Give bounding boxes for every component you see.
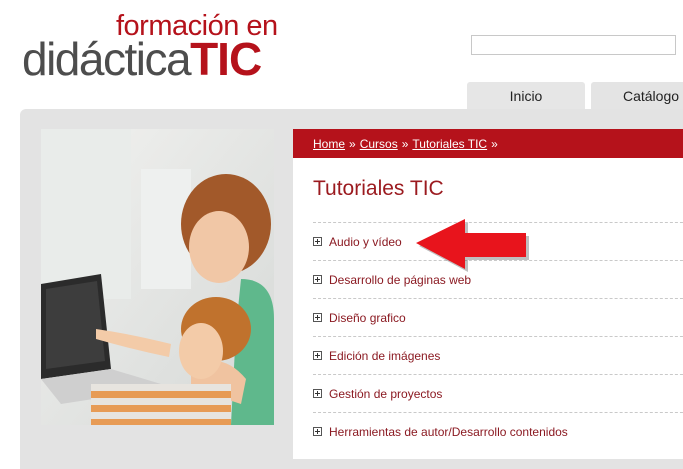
search-input[interactable]	[471, 35, 676, 55]
breadcrumb-home-link[interactable]: Home	[313, 137, 345, 151]
hero-photo-illustration	[41, 129, 274, 425]
page-title: Tutoriales TIC	[313, 177, 444, 200]
category-item-edicion-imagenes[interactable]: Edición de imágenes	[313, 336, 683, 374]
plus-square-icon[interactable]	[313, 427, 322, 436]
breadcrumb-cursos-link[interactable]: Cursos	[360, 137, 398, 151]
category-label: Gestión de proyectos	[329, 386, 443, 401]
plus-square-icon[interactable]	[313, 237, 322, 246]
logo-didactica: didáctica	[22, 33, 192, 85]
breadcrumb-separator: »	[401, 136, 409, 151]
content-area: Home » Cursos » Tutoriales TIC » Tutoria…	[293, 129, 683, 459]
plus-square-icon[interactable]	[313, 275, 322, 284]
category-item-gestion-proyectos[interactable]: Gestión de proyectos	[313, 374, 683, 412]
breadcrumb: Home » Cursos » Tutoriales TIC »	[293, 129, 683, 158]
plus-square-icon[interactable]	[313, 389, 322, 398]
tab-catalogo-label: Catálogo	[622, 88, 680, 104]
hero-photo	[41, 129, 274, 425]
red-arrow-left-icon	[416, 219, 529, 272]
tab-inicio[interactable]: Inicio	[467, 82, 585, 110]
category-item-diseno-grafico[interactable]: Diseño grafico	[313, 298, 683, 336]
category-item-herramientas-autor[interactable]: Herramientas de autor/Desarrollo conteni…	[313, 412, 683, 450]
tab-catalogo[interactable]: Catálogo	[591, 82, 683, 110]
category-label: Desarrollo de páginas web	[329, 272, 472, 287]
plus-square-icon[interactable]	[313, 351, 322, 360]
logo-tic: TIC	[190, 33, 262, 85]
category-label: Herramientas de autor/Desarrollo conteni…	[329, 424, 568, 439]
category-label: Diseño grafico	[329, 310, 406, 325]
logo-text-didactica: didácticaTIC	[22, 33, 262, 85]
tab-inicio-label: Inicio	[509, 88, 543, 104]
breadcrumb-tutoriales-link[interactable]: Tutoriales TIC	[412, 137, 487, 151]
breadcrumb-separator: »	[349, 136, 356, 151]
category-label: Audio y vídeo	[329, 234, 402, 249]
category-label: Edición de imágenes	[329, 348, 441, 363]
breadcrumb-separator: »	[491, 136, 498, 151]
plus-square-icon[interactable]	[313, 313, 322, 322]
